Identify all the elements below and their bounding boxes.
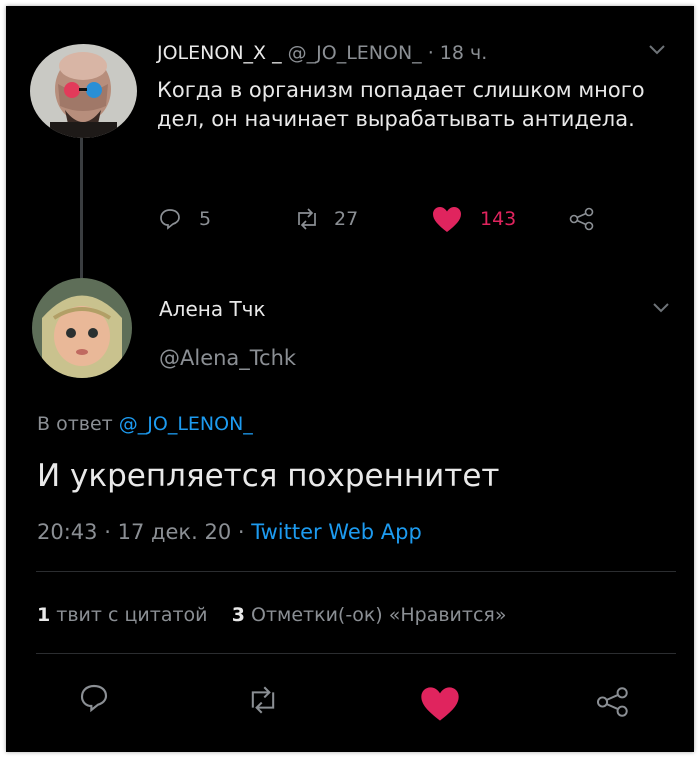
likes-stat[interactable]: 3 Отметки(-ок) «Нравится»: [232, 604, 507, 626]
avatar-alena[interactable]: [32, 278, 132, 378]
avatar-jolenon[interactable]: [30, 44, 137, 138]
heart-icon: [432, 206, 462, 233]
avatar-alena-image: [32, 278, 132, 378]
tweet-client-link[interactable]: Twitter Web App: [251, 520, 422, 544]
chevron-down-icon[interactable]: [652, 302, 670, 314]
reply-context: В ответ @_JO_LENON_: [37, 413, 253, 435]
share-icon: [596, 687, 628, 717]
quote-count: 1: [37, 604, 51, 626]
likes-stat-count: 3: [231, 604, 245, 626]
divider: [36, 653, 676, 654]
reply-handle[interactable]: @Alena_Tchk: [159, 346, 296, 370]
meta-separator: ·: [237, 520, 245, 544]
avatar-jolenon-image: [30, 44, 137, 138]
share-icon[interactable]: [569, 204, 595, 234]
retweet-count: 27: [334, 208, 359, 230]
like-count: 143: [480, 208, 517, 230]
meta-separator: ·: [104, 520, 111, 544]
reply-to-link[interactable]: @_JO_LENON_: [119, 413, 253, 435]
like-button[interactable]: [420, 686, 460, 722]
reply-button[interactable]: [78, 682, 110, 714]
original-tweet-header: JOLENON_X _ @_JO_LENON_ · 18 ч.: [157, 42, 487, 64]
original-display-name[interactable]: JOLENON_X _: [157, 42, 282, 64]
tweet-stats: 1 твит с цитатой 3 Отметки(-ок) «Нравитс…: [37, 604, 506, 626]
reply-icon: [158, 207, 182, 231]
retweet-action[interactable]: 27: [294, 204, 358, 234]
chevron-down-icon[interactable]: [648, 44, 666, 56]
reply-tweet-meta: 20:43 · 17 дек. 20 · Twitter Web App: [37, 520, 422, 544]
quote-tweets-stat[interactable]: 1 твит с цитатой: [37, 604, 208, 626]
reply-prefix: В ответ: [37, 413, 113, 435]
divider: [36, 571, 676, 572]
heart-icon: [421, 687, 459, 721]
tweet-date[interactable]: 17 дек. 20: [118, 520, 232, 544]
likes-stat-label: Отметки(-ок) «Нравится»: [250, 604, 507, 626]
retweet-button[interactable]: [246, 686, 280, 714]
quote-label: твит с цитатой: [56, 604, 208, 626]
thread-connector-line: [80, 138, 83, 278]
retweet-icon: [294, 208, 320, 230]
reply-count: 5: [199, 208, 212, 230]
reply-icon: [80, 684, 108, 713]
share-button[interactable]: [596, 686, 630, 718]
reply-tweet-text: И укрепляется похреннитет: [37, 458, 500, 494]
tweet-time[interactable]: 20:43: [37, 520, 98, 544]
tweet-screen: JOLENON_X _ @_JO_LENON_ · 18 ч. Когда в …: [6, 6, 694, 752]
reply-action[interactable]: 5: [158, 204, 211, 234]
like-action[interactable]: 143: [432, 204, 516, 234]
original-time: · 18 ч.: [427, 42, 488, 64]
original-handle[interactable]: @_JO_LENON_: [288, 42, 422, 64]
retweet-icon: [251, 686, 275, 714]
original-tweet-text: Когда в организм попадает слишком много …: [157, 78, 645, 131]
reply-display-name[interactable]: Алена Тчк: [159, 297, 266, 321]
